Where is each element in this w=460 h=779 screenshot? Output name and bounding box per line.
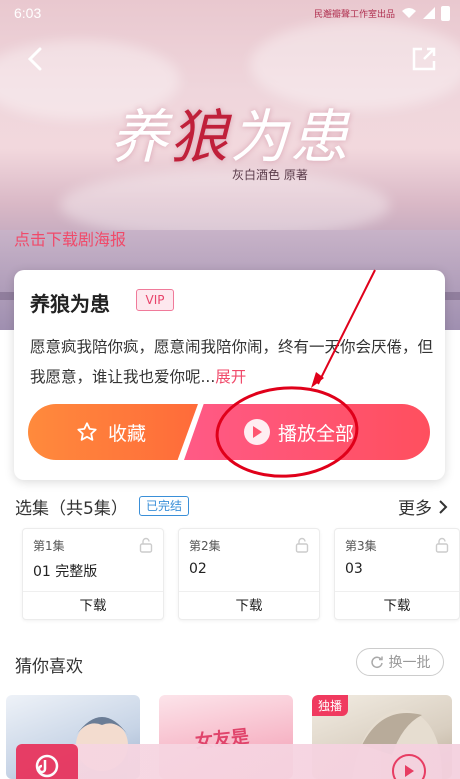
lock-icon (295, 537, 309, 553)
episode-name: 01 完整版 (33, 564, 98, 580)
battery-icon (441, 5, 450, 21)
expand-link[interactable]: 展开 (215, 368, 246, 386)
poster-author: 灰白酒色 原著 (232, 168, 308, 182)
studio-credit: 民邂瓣聲工作室出品 (313, 9, 395, 20)
favorite-button[interactable]: 收藏 (28, 404, 198, 460)
poster-title-char: 养 (110, 103, 171, 171)
drama-description: 愿意疯我陪你疯，愿意闹我陪你闹，终有一天你会厌倦，但我愿意，谁让我也爱你呢...… (30, 332, 440, 392)
episode-card[interactable]: 第3集 03 下载 (334, 528, 460, 620)
completed-badge: 已完结 (139, 496, 190, 516)
play-all-label: 播放全部 (278, 422, 355, 445)
share-icon[interactable] (410, 45, 438, 73)
mini-player-bar[interactable] (16, 744, 460, 779)
episode-download-button[interactable]: 下载 (23, 591, 163, 619)
more-label: 更多 (398, 499, 432, 519)
status-icons: 民邂瓣聲工作室出品 (313, 5, 450, 21)
vip-badge: VIP (136, 289, 174, 311)
refresh-label: 换一批 (388, 655, 431, 671)
poster-title-char: 为患 (230, 103, 351, 171)
back-arrow-icon[interactable] (22, 45, 50, 73)
exclusive-badge: 独播 (312, 695, 349, 716)
episode-list: 第1集 01 完整版 下载 第2集 02 下载 第3集 03 下载 (22, 528, 460, 620)
episodes-section-title: 选集（共5集） (15, 499, 128, 519)
drama-detail-page: 6:03 民邂瓣聲工作室出品 养狼为患 灰白酒色 原著 点击下载剧海报 养狼为患… (0, 0, 460, 779)
lock-icon (435, 537, 449, 553)
poster-title-char-accent: 狼 (170, 103, 231, 171)
episode-number: 第2集 (189, 539, 221, 553)
episode-card[interactable]: 第1集 01 完整版 下载 (22, 528, 164, 620)
action-buttons: 收藏 播放全部 (28, 404, 430, 460)
app-logo-icon (16, 744, 78, 779)
refresh-button[interactable]: 换一批 (356, 648, 444, 676)
play-circle-icon (244, 419, 270, 445)
status-time: 6:03 (14, 5, 42, 21)
play-all-button[interactable]: 播放全部 (184, 404, 430, 460)
refresh-icon (370, 656, 383, 669)
mini-player-play-button[interactable] (392, 754, 426, 779)
lock-icon (139, 537, 153, 553)
episode-name: 02 (189, 561, 207, 577)
drama-info-card: 养狼为患 VIP 愿意疯我陪你疯，愿意闹我陪你闹，终有一天你会厌倦，但我愿意，谁… (14, 270, 445, 480)
star-icon (77, 422, 97, 441)
episode-number: 第3集 (345, 539, 377, 553)
episode-download-button[interactable]: 下载 (335, 591, 459, 619)
more-episodes-link[interactable]: 更多 (398, 494, 448, 519)
episode-download-button[interactable]: 下载 (179, 591, 319, 619)
status-bar: 6:03 民邂瓣聲工作室出品 (14, 4, 450, 22)
recommend-section-title: 猜你喜欢 (15, 657, 83, 677)
wifi-icon (402, 8, 416, 18)
drama-title: 养狼为患 (30, 292, 110, 316)
chevron-right-icon (439, 499, 448, 514)
favorite-label: 收藏 (108, 422, 147, 445)
episode-card[interactable]: 第2集 02 下载 (178, 528, 320, 620)
play-icon (405, 765, 414, 777)
episode-number: 第1集 (33, 539, 65, 553)
download-poster-link[interactable]: 点击下载剧海报 (14, 226, 126, 250)
poster-title-art: 养狼为患 (110, 90, 350, 174)
episode-name: 03 (345, 561, 363, 577)
signal-icon (423, 7, 435, 19)
